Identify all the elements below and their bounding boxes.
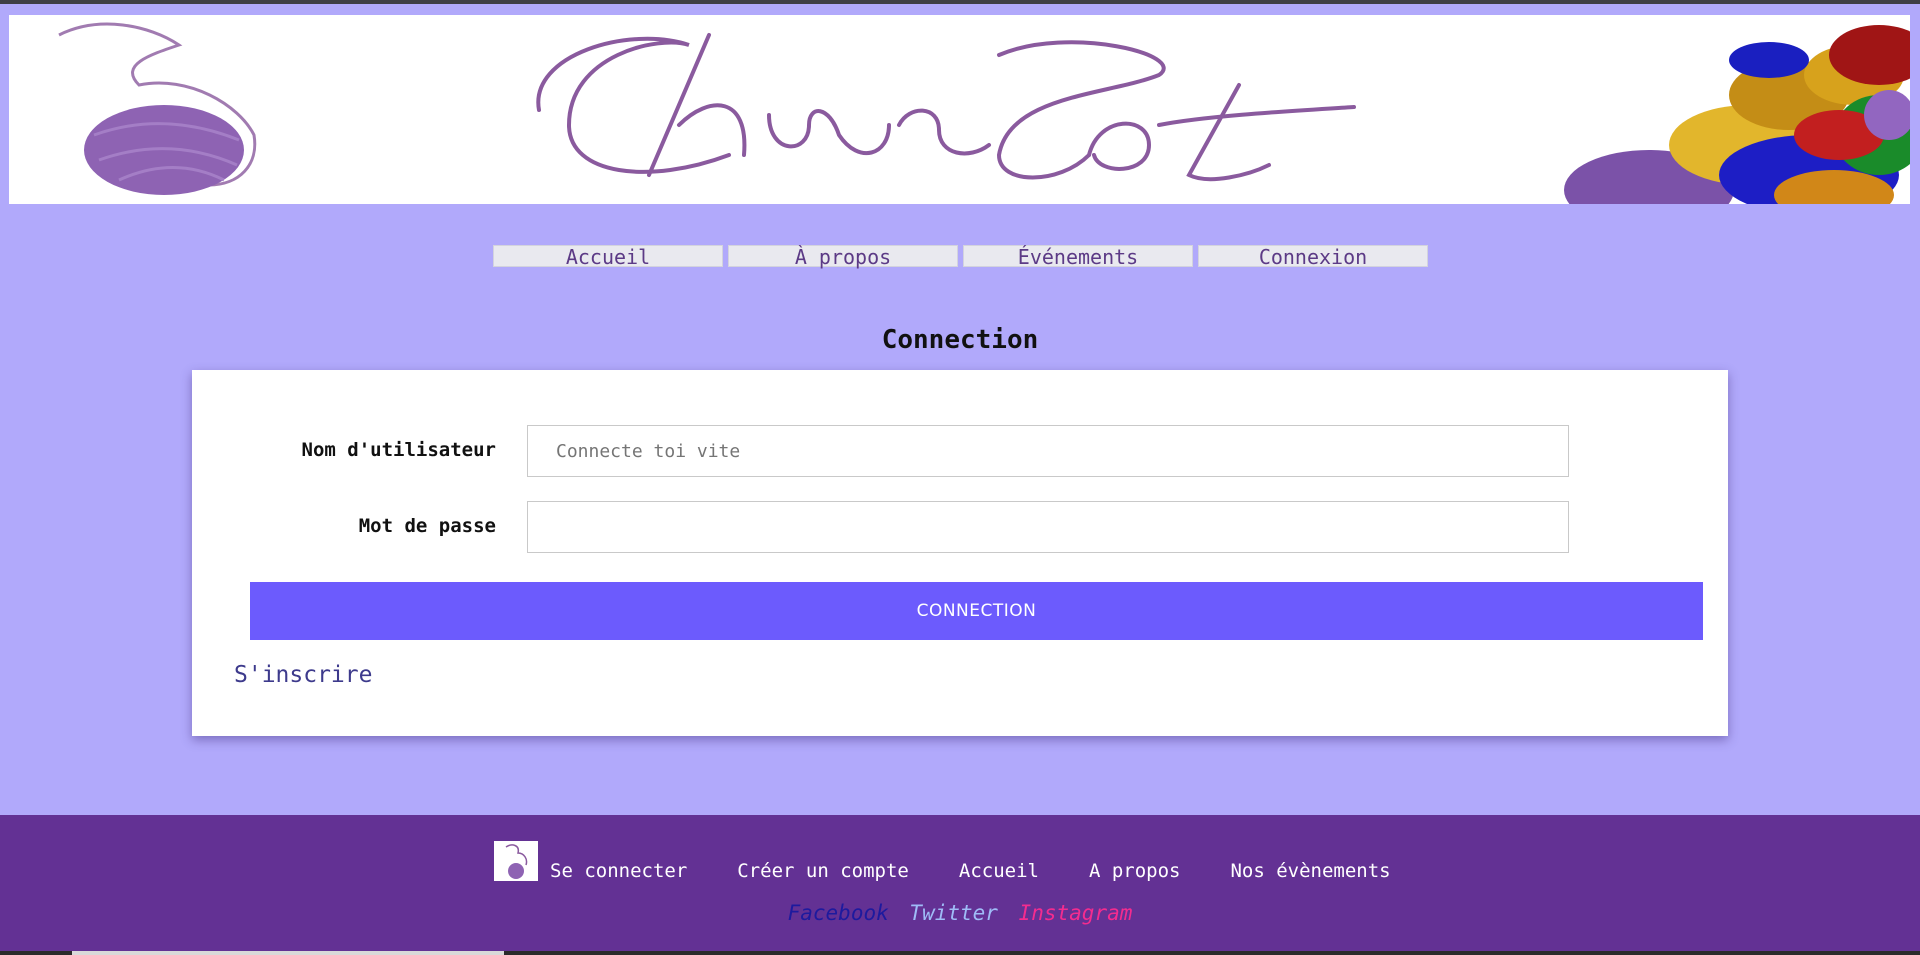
banner-artwork bbox=[58, 22, 1910, 204]
yarn-balls-right-icon bbox=[1564, 25, 1910, 204]
footer-link-accueil[interactable]: Accueil bbox=[959, 861, 1039, 881]
page-title: Connection bbox=[881, 325, 1039, 355]
password-label: Mot de passe bbox=[358, 515, 496, 537]
footer-links: Se connecter Créer un compte Accueil A p… bbox=[494, 841, 1441, 881]
footer-link-se-connecter[interactable]: Se connecter bbox=[550, 861, 687, 881]
twitter-link[interactable]: Twitter bbox=[909, 901, 998, 925]
connection-button[interactable]: CONNECTION bbox=[250, 582, 1703, 640]
password-row: Mot de passe bbox=[192, 501, 1728, 553]
password-input[interactable] bbox=[527, 501, 1569, 553]
nav-item-connexion[interactable]: Connexion bbox=[1198, 245, 1428, 268]
footer-link-creer-compte[interactable]: Créer un compte bbox=[737, 861, 909, 881]
username-input[interactable] bbox=[527, 425, 1569, 477]
nav-item-evenements[interactable]: Événements bbox=[963, 245, 1193, 268]
nav-item-accueil[interactable]: Accueil bbox=[493, 245, 723, 268]
instagram-link[interactable]: Instagram bbox=[1019, 901, 1133, 925]
footer-link-a-propos[interactable]: A propos bbox=[1089, 861, 1181, 881]
register-link[interactable]: S'inscrire bbox=[234, 662, 372, 688]
top-strip bbox=[0, 0, 1920, 4]
site-banner bbox=[9, 15, 1910, 204]
nav-item-a-propos[interactable]: À propos bbox=[728, 245, 958, 268]
chreecot-logo-icon bbox=[536, 33, 1356, 182]
username-label: Nom d'utilisateur bbox=[301, 439, 496, 461]
facebook-link[interactable]: Facebook bbox=[788, 901, 889, 925]
login-form: Nom d'utilisateur Mot de passe CONNECTIO… bbox=[192, 370, 1728, 736]
username-row: Nom d'utilisateur bbox=[192, 425, 1728, 477]
site-footer: Se connecter Créer un compte Accueil A p… bbox=[0, 815, 1920, 955]
yarn-logo-icon bbox=[494, 841, 538, 881]
social-links: Facebook Twitter Instagram bbox=[0, 901, 1920, 925]
yarn-ball-left-icon bbox=[58, 22, 257, 195]
main-nav: Accueil À propos Événements Connexion bbox=[493, 245, 1428, 268]
footer-link-evenements[interactable]: Nos évènements bbox=[1230, 861, 1390, 881]
bottom-strip bbox=[0, 951, 1920, 955]
